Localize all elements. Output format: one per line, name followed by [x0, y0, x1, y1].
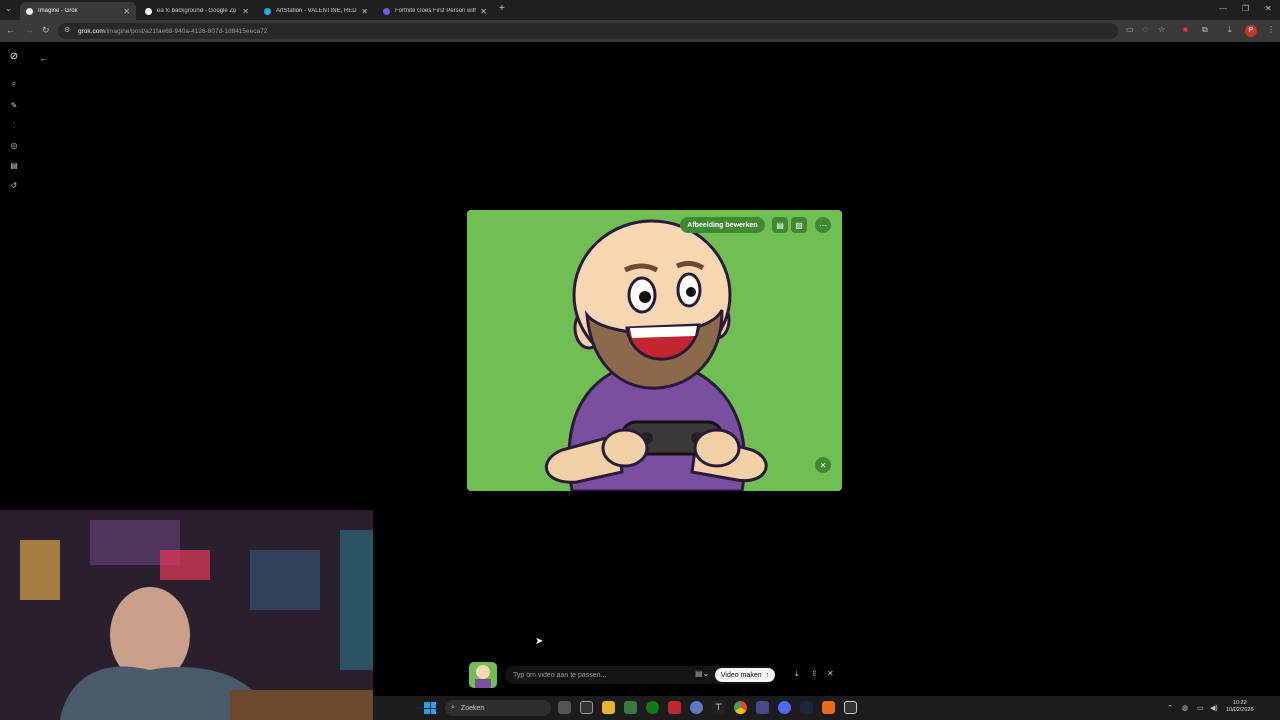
make-video-label: Video maken — [720, 671, 762, 679]
clock-time: 10:22 — [1232, 700, 1247, 706]
search-icon[interactable]: ⌕ — [8, 78, 20, 90]
discord-icon[interactable] — [778, 701, 791, 714]
tab-title: Fortnite Goes First Person with — [395, 8, 477, 14]
address-bar[interactable]: ⚙ grok.com/imagine/post/a21fae68-940a-41… — [58, 23, 1118, 39]
cartoon-gamer-illustration — [467, 210, 842, 491]
extensions-puzzle-icon[interactable]: ⧉ — [1202, 25, 1208, 35]
restore-icon[interactable]: ❐ — [1242, 4, 1249, 13]
close-icon[interactable]: ✕ — [361, 7, 368, 16]
cast-icon[interactable]: ▭ — [1126, 25, 1134, 34]
mouse-cursor-icon: ➤ — [535, 636, 544, 647]
minimize-icon[interactable]: — — [1219, 4, 1227, 13]
make-video-button[interactable]: Video maken ↑ — [715, 668, 775, 682]
extension-icon[interactable]: ■ — [1183, 25, 1188, 34]
tab-search-icon[interactable]: ⌄ — [5, 4, 12, 13]
copilot-icon[interactable] — [580, 701, 593, 714]
tab-title: ArtStation - VALENTINE, RED D — [276, 8, 358, 14]
reload-icon[interactable]: ↻ — [42, 25, 50, 36]
tray-chevron-icon[interactable]: ⌃ — [1167, 704, 1173, 712]
url-domain: grok.com — [78, 27, 105, 35]
webcam-feed-image — [0, 510, 373, 720]
menu-kebab-icon[interactable]: ⋮ — [1267, 25, 1275, 34]
volume-icon[interactable]: ◀) — [1210, 704, 1218, 712]
app-icon[interactable] — [822, 701, 835, 714]
image-icon[interactable]: ▨ — [791, 217, 807, 233]
tray-icon[interactable]: ◍ — [1182, 704, 1188, 712]
file-explorer-icon[interactable] — [602, 701, 615, 714]
imagine-icon[interactable]: ◎ — [8, 140, 20, 152]
mode-select-icon[interactable]: ▤⌄ — [695, 669, 709, 678]
download-icon[interactable]: ⤓ — [1228, 25, 1232, 35]
tab-google[interactable]: ea fc background - Google Zo ✕ — [139, 2, 255, 20]
grok-favicon-icon — [26, 7, 33, 15]
history-icon[interactable]: ↺ — [8, 180, 20, 192]
forward-icon[interactable]: → — [25, 25, 34, 35]
app-icon[interactable] — [756, 701, 769, 714]
video-prompt-input[interactable] — [513, 668, 683, 682]
app-icon[interactable] — [690, 701, 703, 714]
tab-artstation[interactable]: ArtStation - VALENTINE, RED D ✕ — [258, 2, 374, 20]
projects-icon[interactable]: ▤ — [8, 160, 20, 172]
close-icon[interactable]: ✕ — [242, 7, 249, 16]
profile-avatar[interactable]: P — [1245, 25, 1257, 37]
app-icon[interactable] — [668, 701, 681, 714]
generated-image[interactable] — [467, 210, 842, 491]
clock-date: 10/02/2026 — [1226, 707, 1254, 713]
xbox-icon[interactable] — [646, 701, 659, 714]
hide-icon[interactable]: ◌ — [1143, 25, 1148, 34]
webcam-overlay — [0, 510, 373, 720]
app-icon[interactable] — [844, 701, 857, 714]
site-info-icon[interactable]: ⚙ — [64, 26, 70, 34]
arrow-up-icon: ↑ — [765, 671, 770, 679]
windows-start-icon[interactable] — [424, 702, 436, 714]
new-chat-icon[interactable]: ✎ — [8, 100, 20, 112]
tab-title: ea fc background - Google Zo — [157, 8, 237, 14]
chrome-icon[interactable] — [734, 701, 747, 714]
grok-logo-icon[interactable]: ⊘ — [8, 51, 20, 63]
edit-image-button[interactable]: Afbeelding bewerken — [680, 217, 765, 233]
taskbar-search-label: Zoeken — [460, 704, 485, 712]
image-thumbnail[interactable] — [469, 662, 497, 688]
bookmark-star-icon[interactable]: ☆ — [1158, 25, 1165, 34]
task-view-icon[interactable] — [558, 701, 571, 714]
artstation-favicon-icon — [264, 7, 271, 15]
download-icon[interactable]: ⤓ — [795, 669, 799, 679]
steam-icon[interactable] — [800, 701, 813, 714]
store-icon[interactable] — [624, 701, 637, 714]
thumbnail-image — [469, 662, 497, 688]
taskbar-clock[interactable]: 10:22 10/02/2026 — [1226, 700, 1254, 714]
new-tab-button[interactable]: + — [499, 4, 505, 14]
close-window-icon[interactable]: ✕ — [1265, 4, 1272, 13]
share-icon[interactable]: ⇪ — [811, 669, 818, 678]
tab-fortnite[interactable]: Fortnite Goes First Person with ✕ — [377, 2, 493, 20]
taskbar-search[interactable]: ⌕ Zoeken — [445, 700, 551, 716]
more-options-icon[interactable]: ⋯ — [815, 217, 831, 233]
voice-icon[interactable]: ⫶ — [8, 120, 20, 132]
fortnite-favicon-icon — [383, 7, 390, 15]
tab-grok[interactable]: Imagine - Grok ✕ — [20, 2, 136, 20]
back-arrow-icon[interactable]: ← — [39, 53, 48, 63]
search-icon: ⌕ — [451, 704, 455, 711]
close-icon[interactable]: ✕ — [480, 7, 487, 16]
back-icon[interactable]: ← — [6, 25, 15, 35]
close-icon[interactable]: ✕ — [123, 7, 130, 16]
network-icon[interactable]: ▭ — [1197, 704, 1204, 712]
video-frames-icon[interactable]: ▤ — [772, 217, 788, 233]
google-favicon-icon — [145, 7, 152, 15]
epic-games-icon[interactable]: ⊤ — [712, 701, 725, 714]
mute-icon[interactable]: ✕ — [815, 457, 831, 473]
browser-tab-strip: ⌄ Imagine - Grok ✕ ea fc background - Go… — [0, 0, 1280, 20]
tab-title: Imagine - Grok — [38, 8, 78, 14]
close-icon[interactable]: ✕ — [827, 669, 834, 678]
url-path: /imagine/post/a21fae68-940a-4126-807d-1d… — [104, 27, 268, 35]
